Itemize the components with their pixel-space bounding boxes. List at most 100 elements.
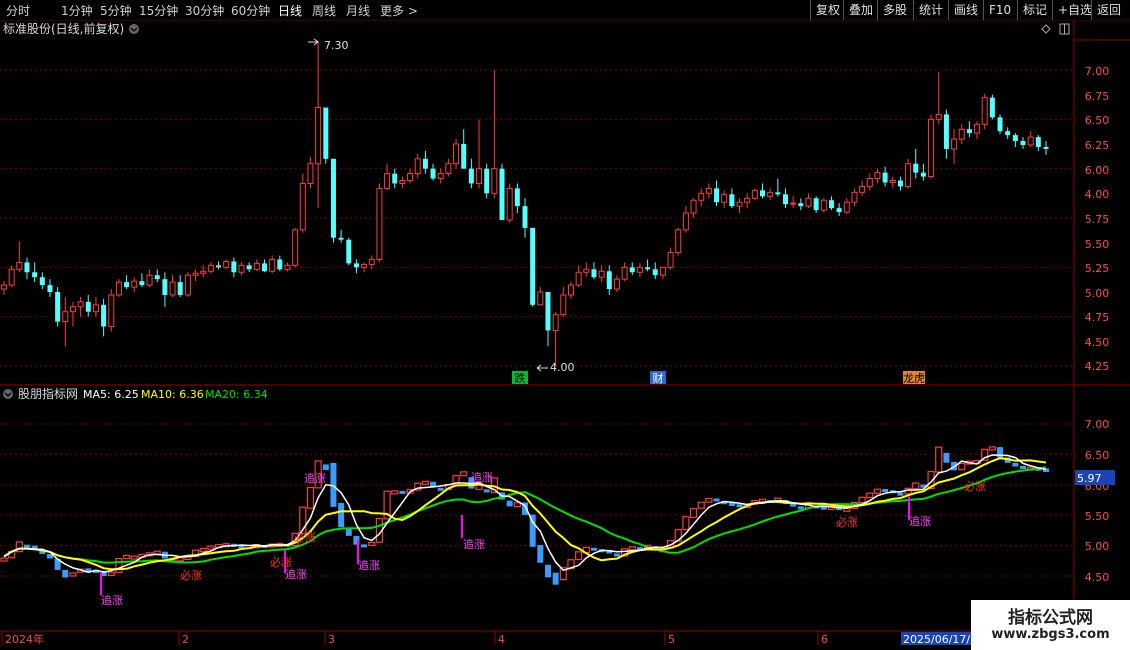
candle-body-up	[169, 281, 176, 296]
watermark-url: www.zbgs3.com	[991, 627, 1110, 642]
indicator-bar-up	[628, 546, 636, 551]
candle-body-up	[767, 191, 774, 197]
period-daily[interactable]: 日线	[278, 2, 302, 19]
candle-body-up	[698, 192, 705, 201]
candle-body-up	[613, 278, 620, 290]
candle-body-down	[913, 163, 919, 173]
candle-body-down	[514, 188, 520, 207]
candle-body-up	[399, 180, 406, 184]
candle-body-up	[744, 197, 751, 203]
price-tick-label: 4.50	[1085, 336, 1110, 349]
price-tick-label: 6.75	[1085, 90, 1110, 103]
date-label: 5	[668, 633, 675, 646]
indicator-bar-up	[69, 572, 77, 577]
draw-line-button[interactable]: 画线	[948, 0, 983, 20]
candle-body-down	[338, 237, 344, 240]
candle-body-up	[905, 163, 912, 187]
candle-body-up	[667, 252, 674, 268]
period-more[interactable]: 更多 >	[380, 2, 418, 19]
candle-body-down	[1005, 131, 1011, 136]
candle-body-down	[499, 168, 505, 220]
date-label: 4	[498, 633, 505, 646]
candle-body-up	[77, 301, 84, 308]
candle-body-up	[1027, 136, 1034, 146]
candle-body-up	[207, 264, 214, 272]
kline-chart[interactable]: 标准股份(日线,前复权) 7.00 6.75 6.50 6.25 6.00 5.…	[0, 20, 1130, 650]
candle-body-up	[560, 294, 567, 316]
candle-body-down	[262, 263, 267, 272]
indicator-bar-down	[437, 487, 444, 491]
indicator-bar-down	[728, 503, 735, 507]
price-tick-label: 5.25	[1085, 262, 1110, 275]
candle-body-down	[353, 263, 359, 268]
candle-body-up	[16, 261, 23, 270]
indicator-dropdown-icon[interactable]	[3, 389, 13, 399]
indicator-bar-down	[590, 547, 597, 551]
candle-body-up	[889, 180, 896, 183]
indicator-bar-up	[368, 541, 376, 547]
indicator-bar-up	[421, 480, 429, 485]
candle-body-up	[445, 163, 452, 175]
candle-body-up	[1, 284, 7, 290]
finance-badge-label: 财	[653, 371, 664, 385]
period-5min[interactable]: 5分钟	[100, 2, 132, 19]
candle-body-down	[813, 198, 819, 211]
period-60min[interactable]: 60分钟	[231, 2, 270, 19]
dropdown-circle-icon[interactable]	[129, 24, 139, 34]
candle-body-up	[192, 272, 199, 276]
candle-body-down	[943, 114, 949, 149]
candle-body-up	[253, 262, 260, 270]
candle-body-down	[760, 190, 766, 197]
candle-body-up	[974, 123, 981, 134]
diamond-icon[interactable]	[1041, 24, 1051, 34]
candle-body-up	[866, 178, 873, 187]
candle-body-down	[422, 158, 428, 169]
overlay-button[interactable]: 叠加	[843, 0, 878, 20]
candle-body-up	[361, 263, 368, 268]
period-1min[interactable]: 1分钟	[61, 2, 93, 19]
mark-button[interactable]: 标记	[1017, 0, 1052, 20]
indicator-bar-down	[338, 503, 345, 528]
candle-body-down	[545, 292, 551, 331]
indicator-bar-up	[988, 446, 996, 451]
indicator-tick-label: 7.00	[1085, 418, 1110, 431]
cursor-date-label: 2025/06/17/二	[903, 633, 981, 646]
candle-body-down	[1043, 146, 1049, 149]
candle-body-down	[277, 259, 283, 270]
period-weekly[interactable]: 周线	[312, 2, 336, 19]
period-15min[interactable]: 15分钟	[139, 2, 178, 19]
candle-body-up	[8, 268, 15, 286]
indicator-bar-up	[115, 557, 123, 573]
period-monthly[interactable]: 月线	[346, 2, 370, 19]
price-panel-title: 标准股份(日线,前复权)	[3, 21, 124, 36]
statistics-button[interactable]: 统计	[913, 0, 948, 20]
indicator-bar-up	[935, 446, 943, 473]
restore-rights-button[interactable]: 复权	[810, 0, 845, 20]
f10-button[interactable]: F10	[983, 0, 1016, 20]
candle-body-up	[414, 158, 421, 175]
indicator-bar-up	[682, 516, 690, 531]
multi-stock-button[interactable]: 多股	[877, 0, 912, 20]
candle-body-up	[299, 182, 306, 231]
candle-body-up	[407, 173, 414, 182]
candle-body-down	[1012, 135, 1018, 142]
indicator-bar-down	[506, 500, 513, 507]
candle-body-down	[323, 107, 329, 159]
period-intraday[interactable]: 分时	[6, 2, 30, 19]
indicator-bar-up	[912, 482, 920, 490]
candle-body-up	[958, 128, 965, 140]
candle-body-down	[591, 269, 597, 278]
indicator-bar-up	[0, 557, 8, 562]
price-tick-label: 6.00	[1085, 164, 1110, 177]
candle-body-up	[552, 314, 559, 331]
price-gridlines	[0, 69, 1074, 367]
period-30min[interactable]: 30分钟	[185, 2, 224, 19]
candle-body-down	[997, 117, 1003, 132]
candle-body-up	[567, 284, 574, 296]
indicator-bar-down	[943, 452, 950, 463]
back-button[interactable]: 返回	[1091, 0, 1126, 20]
price-tick-label: 6.25	[1085, 139, 1110, 152]
candle-body-up	[636, 266, 643, 273]
candle-body-down	[162, 279, 168, 295]
indicator-bar-up	[866, 492, 874, 499]
